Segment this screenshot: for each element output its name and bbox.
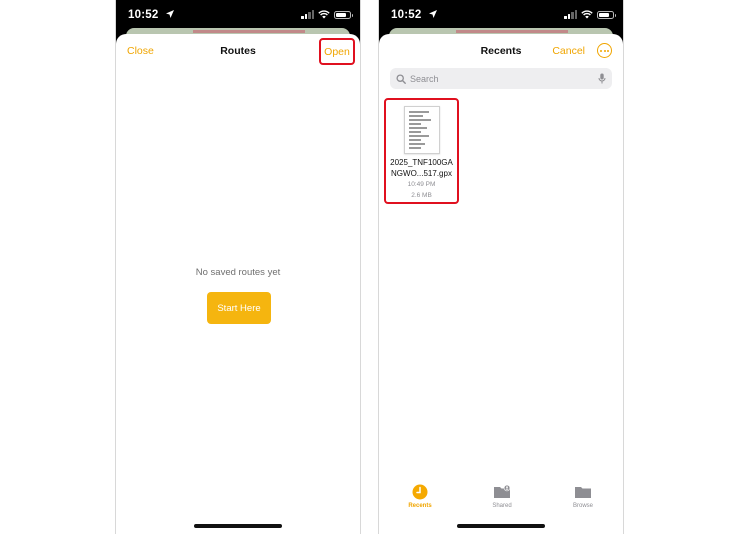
search-bar	[390, 68, 612, 89]
recent-file-item[interactable]: 2025_TNF100GA NGWO...517.gpx 10:49 PM 2.…	[384, 98, 459, 204]
status-bar: 10:52	[379, 0, 623, 30]
search-icon	[396, 73, 406, 84]
close-button[interactable]: Close	[127, 45, 154, 57]
home-indicator[interactable]	[457, 524, 545, 528]
routes-sheet: Close Routes Open No saved routes yet St…	[116, 34, 360, 534]
more-options-icon[interactable]	[597, 43, 612, 58]
routes-phone-screen: 10:52 Close Routes Open No saved routes …	[115, 0, 361, 534]
status-bar: 10:52	[116, 0, 360, 30]
cellular-signal-icon	[564, 10, 577, 19]
file-name: 2025_TNF100GA NGWO...517.gpx	[386, 157, 457, 179]
start-here-button[interactable]: Start Here	[207, 292, 271, 324]
folder-icon	[575, 487, 591, 498]
empty-state-message: No saved routes yet	[195, 267, 281, 278]
cellular-signal-icon	[301, 10, 314, 19]
file-name-line-2: NGWO...517.gpx	[391, 169, 452, 178]
tab-label: Shared	[492, 503, 512, 509]
status-icons	[301, 10, 353, 19]
files-tab-bar: Recents Shared Browse	[379, 484, 623, 514]
status-time: 10:52	[391, 9, 422, 21]
file-thumbnail	[404, 106, 440, 154]
tab-browse[interactable]: Browse	[553, 484, 613, 509]
battery-icon	[334, 10, 353, 19]
recents-sheet: Recents Cancel Search 2025_TNF100GA NGWO…	[379, 34, 623, 534]
wifi-icon	[318, 10, 330, 19]
clock-icon	[412, 484, 428, 500]
tab-shared[interactable]: Shared	[472, 484, 532, 509]
stage: 10:52 Close Routes Open No saved routes …	[0, 0, 740, 534]
location-arrow-icon	[429, 10, 437, 18]
tab-label: Browse	[572, 503, 593, 509]
recents-phone-screen: 10:52 Recents Cancel Search 2025_TNF100G…	[378, 0, 624, 534]
tab-recents[interactable]: Recents	[390, 484, 450, 509]
search-input[interactable]	[406, 68, 598, 89]
home-indicator[interactable]	[194, 524, 282, 528]
battery-icon	[597, 10, 616, 19]
open-button[interactable]: Open	[319, 38, 355, 65]
routes-nav-bar: Close Routes Open	[116, 38, 360, 65]
file-size: 2.6 MB	[411, 192, 432, 199]
tab-label: Recents	[408, 503, 432, 509]
file-modified-time: 10:49 PM	[407, 181, 436, 188]
page-title: Recents	[480, 45, 522, 57]
microphone-icon[interactable]	[598, 73, 606, 84]
status-time: 10:52	[128, 9, 159, 21]
location-arrow-icon	[166, 10, 174, 18]
status-icons	[564, 10, 616, 19]
wifi-icon	[581, 10, 593, 19]
shared-folder-icon	[494, 484, 511, 498]
recents-nav-bar: Recents Cancel	[379, 42, 623, 62]
file-name-line-1: 2025_TNF100GA	[390, 158, 453, 167]
cancel-button[interactable]: Cancel	[552, 45, 585, 57]
